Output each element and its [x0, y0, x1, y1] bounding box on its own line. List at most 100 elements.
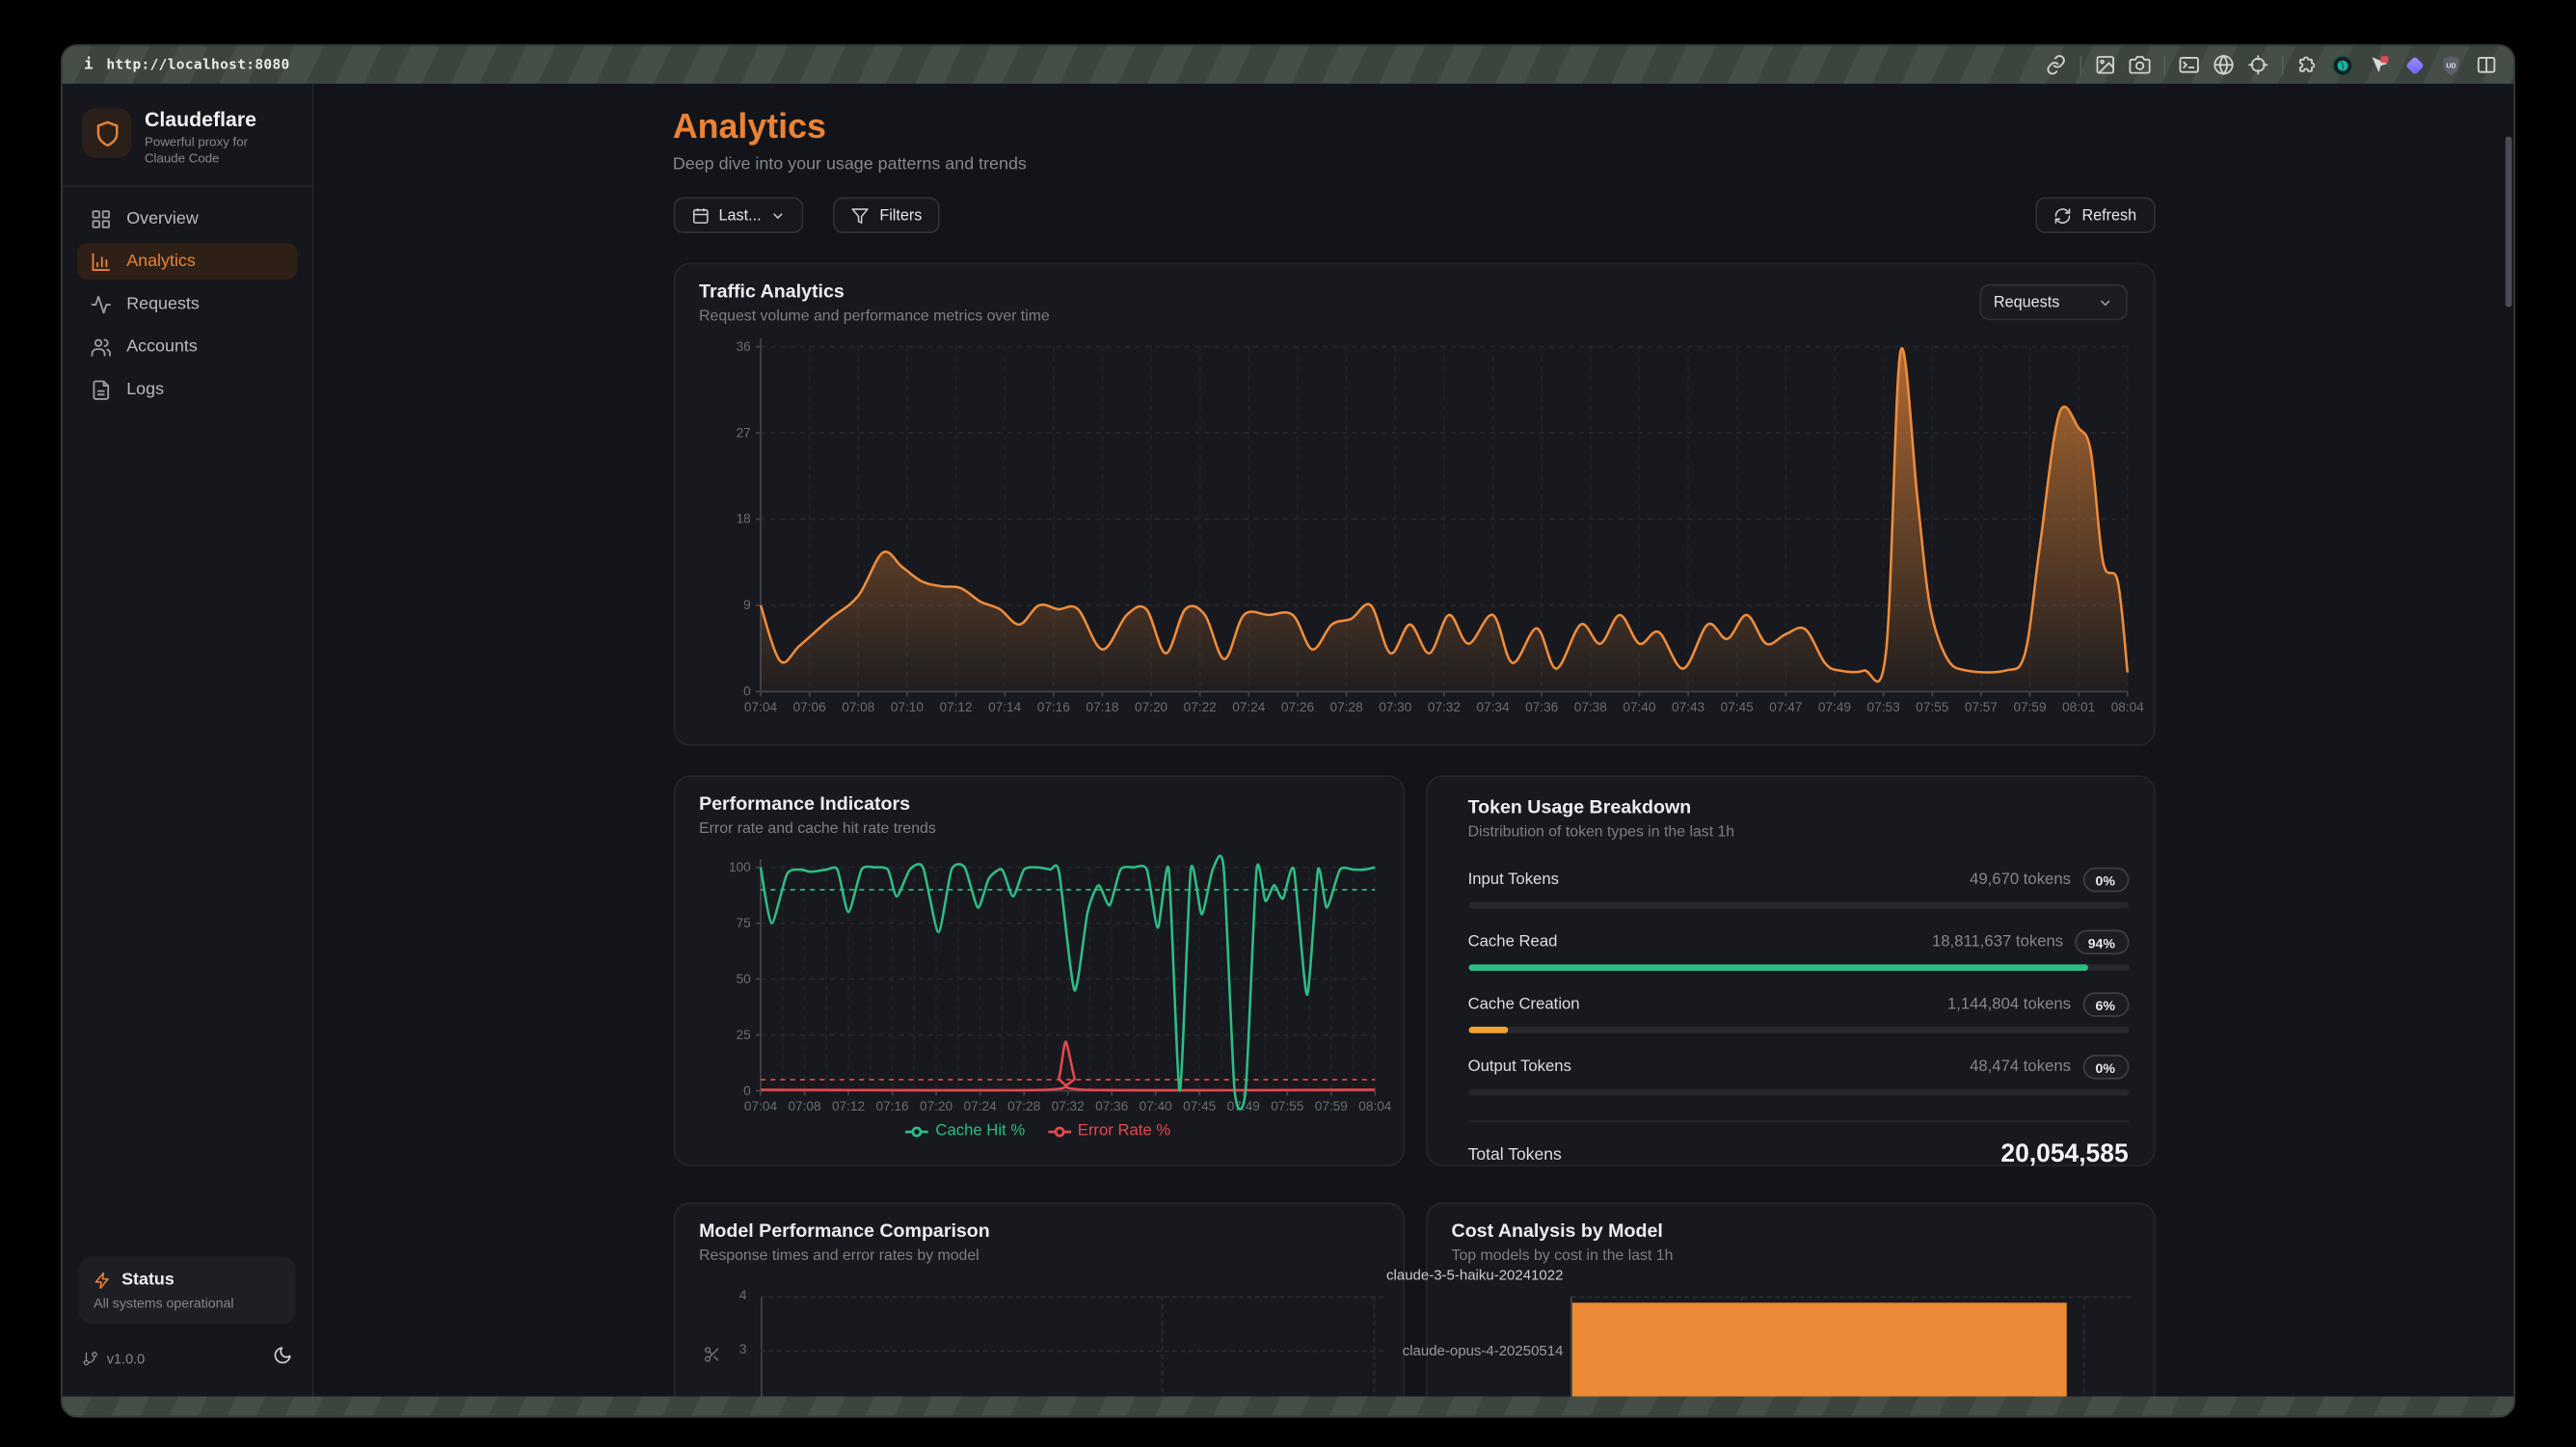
token-bar-track [1468, 964, 2129, 971]
toolbar-icons: UD [2046, 53, 2498, 76]
window-content: Claudeflare Powerful proxy for Claude Co… [63, 84, 2513, 1397]
token-bar-track [1468, 1027, 2129, 1033]
file-text-icon [91, 379, 112, 400]
cost-bar-haiku[interactable] [1571, 1302, 2066, 1396]
shield-ud-icon[interactable]: UD [2440, 53, 2463, 76]
x-tick-label: 07:20 [919, 1099, 953, 1113]
x-tick-label: 07:24 [963, 1099, 997, 1113]
x-tick-label: 07:12 [939, 700, 972, 714]
x-tick-label: 07:47 [1768, 700, 1801, 714]
x-tick-label: 07:59 [1314, 1099, 1347, 1113]
sidebar-item-label: Requests [126, 294, 200, 313]
url-text[interactable]: http://localhost:8080 [106, 57, 289, 73]
y-tick-label: 75 [736, 916, 750, 930]
token-label: Cache Creation [1468, 996, 1580, 1014]
filters-button[interactable]: Filters [834, 197, 941, 232]
app-tagline: Powerful proxy for Claude Code [145, 135, 286, 166]
x-tick-label: 07:10 [890, 700, 924, 714]
x-tick-label: 07:40 [1139, 1099, 1172, 1113]
token-count: 48,474 tokens [1970, 1058, 2071, 1076]
traffic-chart[interactable]: 0918273607:0407:0607:0807:1007:1207:1407… [675, 264, 2157, 747]
browser-window: i http://localhost:8080 UD [61, 44, 2515, 1418]
divider [2163, 55, 2165, 74]
performance-indicators-card: Performance Indicators Error rate and ca… [673, 775, 1404, 1166]
terminal-icon[interactable] [2179, 54, 2200, 75]
y-tick-label: 0 [742, 684, 750, 699]
theme-toggle-moon-icon[interactable] [273, 1344, 292, 1374]
sidebar-item-label: Overview [126, 208, 199, 228]
cost-analysis-card: Cost Analysis by Model Top models by cos… [1425, 1202, 2155, 1396]
scrollbar-thumb[interactable] [2506, 136, 2512, 307]
token-bar-fill [1468, 1027, 1508, 1033]
x-tick-label: 07:04 [743, 1099, 777, 1113]
gridline [760, 1297, 1382, 1299]
token-count: 18,811,637 tokens [1932, 933, 2063, 951]
date-range-button[interactable]: Last... [673, 197, 804, 232]
info-icon: i [84, 56, 94, 74]
x-tick-label: 07:59 [2013, 700, 2046, 714]
performance-chart[interactable]: 025507510007:0407:0807:1207:1607:2007:24… [675, 777, 1406, 1122]
funnel-icon [851, 206, 870, 225]
x-tick-label: 07:24 [1231, 700, 1265, 714]
card-subtitle: Top models by cost in the last 1h [1452, 1246, 1674, 1263]
sidebar-item-logs[interactable]: Logs [77, 371, 297, 407]
sidebar: Claudeflare Powerful proxy for Claude Co… [63, 84, 314, 1397]
percent-badge: 6% [2082, 992, 2129, 1017]
refresh-icon [2053, 206, 2072, 225]
screenshot-icon[interactable] [2095, 54, 2116, 75]
sidebar-item-label: Logs [126, 380, 164, 399]
status-title: Status [121, 1270, 174, 1289]
x-tick-label: 07:49 [1817, 700, 1850, 714]
gridline [760, 1351, 1382, 1353]
percent-badge: 0% [2082, 1055, 2129, 1080]
legend-cache-hit[interactable]: Cache Hit % [906, 1122, 1025, 1140]
legend-error-rate[interactable]: Error Rate % [1048, 1122, 1170, 1140]
link-icon[interactable] [2046, 54, 2067, 75]
sidebar-item-analytics[interactable]: Analytics [77, 243, 297, 279]
y-axis-line [760, 1297, 762, 1397]
cursor-flag-icon[interactable] [2368, 53, 2391, 76]
gridline [1373, 1297, 1375, 1397]
token-rows: Input Tokens 49,670 tokens0% Cache Read … [1468, 868, 2129, 1096]
token-count: 1,144,804 tokens [1947, 996, 2071, 1014]
sphere-icon[interactable] [2331, 53, 2354, 76]
sidebar-item-accounts[interactable]: Accounts [77, 329, 297, 364]
users-icon [91, 335, 112, 357]
x-tick-label: 07:34 [1476, 700, 1510, 714]
token-usage-card: Token Usage Breakdown Distribution of to… [1425, 775, 2155, 1166]
sidebar-item-requests[interactable]: Requests [77, 286, 297, 322]
total-label: Total Tokens [1468, 1146, 1562, 1165]
x-tick-label: 07:38 [1573, 700, 1606, 714]
card-title: Token Usage Breakdown [1468, 798, 2129, 817]
x-tick-label: 07:16 [875, 1099, 908, 1113]
split-view-icon[interactable] [2476, 54, 2497, 75]
token-row-cache-read: Cache Read 18,811,637 tokens94% [1468, 930, 2129, 972]
token-label: Output Tokens [1468, 1058, 1571, 1076]
x-tick-label: 07:26 [1280, 700, 1313, 714]
legend-marker-icon [906, 1124, 929, 1138]
x-tick-label: 07:36 [1524, 700, 1557, 714]
globe-icon[interactable] [2213, 54, 2234, 75]
x-tick-label: 07:04 [743, 700, 777, 714]
x-tick-label: 07:57 [1964, 700, 1997, 714]
y-tick-label: 27 [736, 425, 750, 440]
camera-icon[interactable] [2129, 54, 2150, 75]
crosshair-icon[interactable] [2247, 54, 2268, 75]
address-bar[interactable]: i http://localhost:8080 [84, 56, 290, 74]
top-bar: i http://localhost:8080 UD [63, 46, 2513, 84]
refresh-button[interactable]: Refresh [2036, 197, 2155, 232]
gem-icon[interactable] [2403, 53, 2427, 76]
status-card: Status All systems operational [79, 1257, 296, 1325]
git-branch-icon [82, 1351, 98, 1367]
sidebar-item-overview[interactable]: Overview [77, 201, 297, 236]
x-tick-label: 07:36 [1094, 1099, 1127, 1113]
token-bar-track [1468, 902, 2129, 909]
category-label: claude-3-5-haiku-20241022 [1382, 1267, 1563, 1283]
sidebar-item-label: Accounts [126, 336, 198, 356]
bar-chart-icon [91, 251, 112, 272]
y-tick-label: 3 [739, 1342, 747, 1356]
token-label: Cache Read [1468, 933, 1558, 951]
puzzle-icon[interactable] [2296, 54, 2318, 75]
version-label: v1.0.0 [82, 1351, 145, 1367]
card-title: Cost Analysis by Model [1452, 1222, 1674, 1242]
